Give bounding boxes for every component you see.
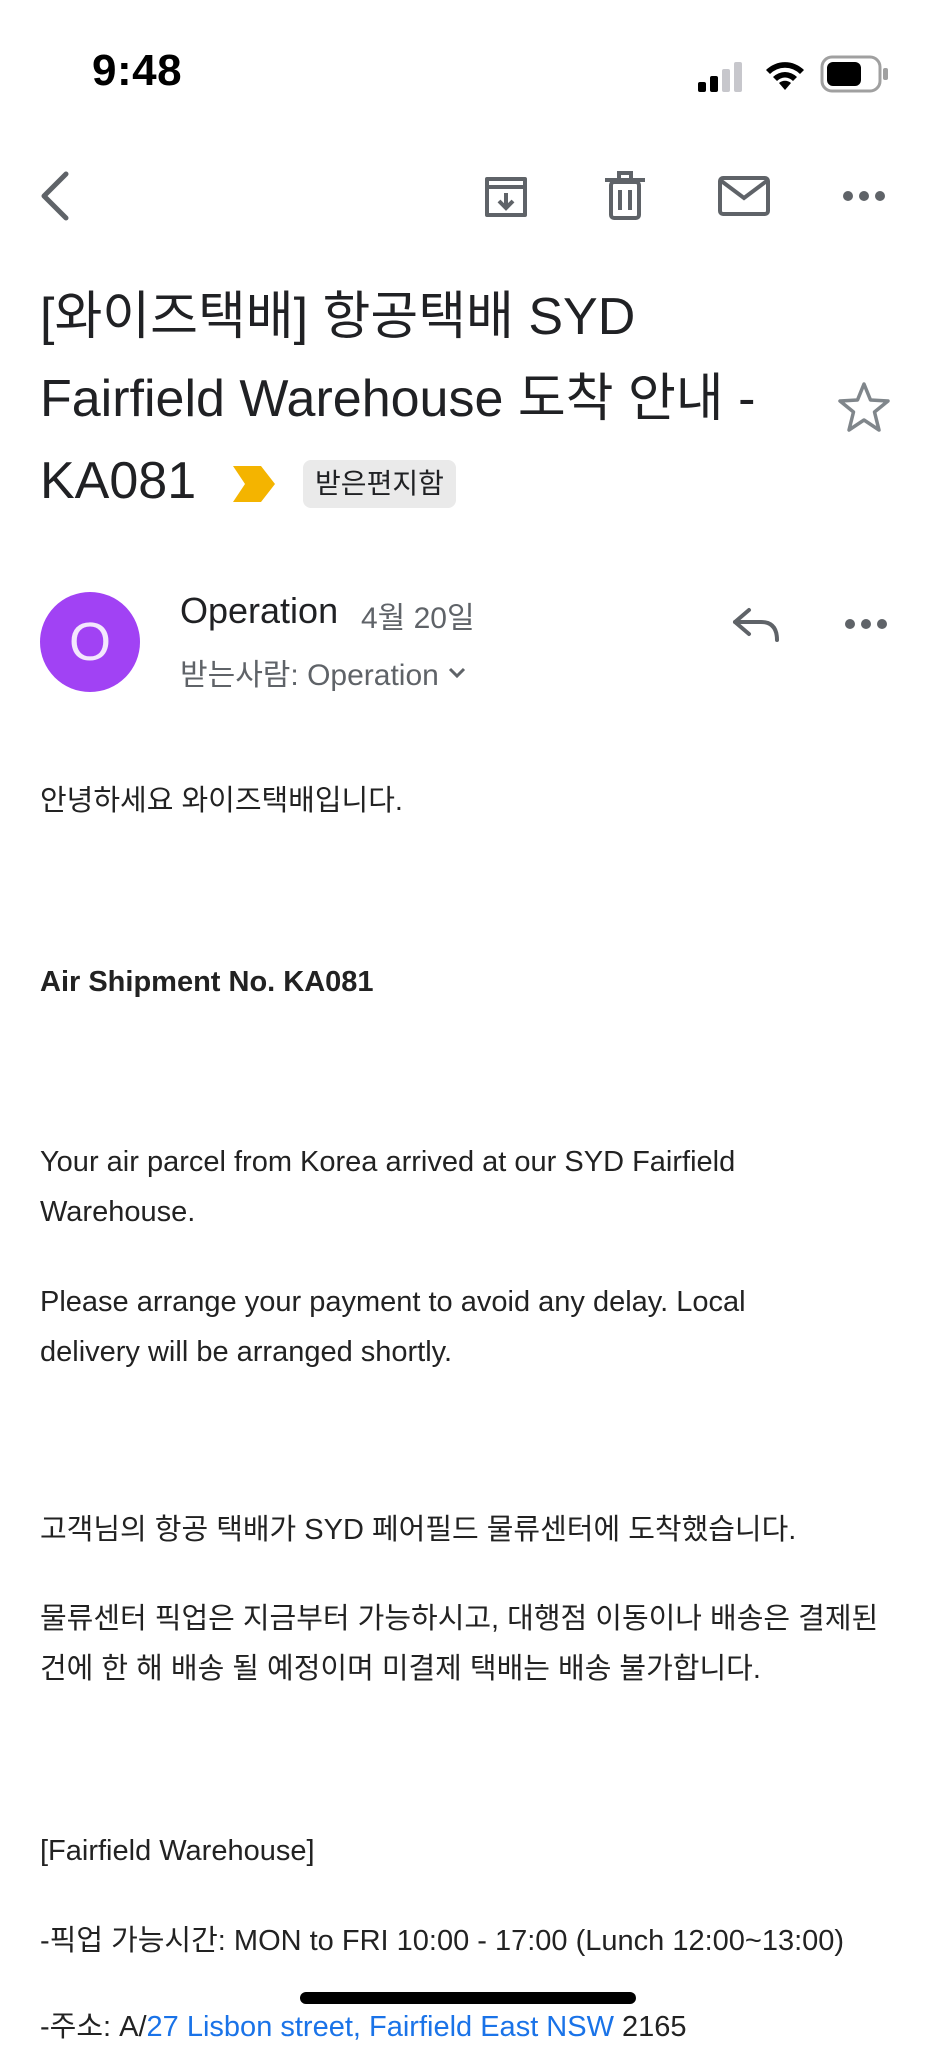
trash-icon	[605, 171, 645, 220]
more-options-button[interactable]	[832, 164, 896, 228]
warehouse-heading: [Fairfield Warehouse]	[40, 1835, 315, 1867]
reply-icon	[733, 608, 779, 642]
email-subject: [와이즈택배] 항공택배 SYD Fairfield Warehouse 도착 …	[40, 276, 800, 522]
address-link[interactable]: 27 Lisbon street, Fairfield East NSW	[147, 2011, 614, 2043]
address-prefix: -주소: A/	[40, 2011, 147, 2043]
pickup-hours: -픽업 가능시간: MON to FRI 10:00 - 17:00 (Lunc…	[40, 1925, 845, 1957]
mail-icon	[718, 176, 770, 216]
body-greeting: 안녕하세요 와이즈택배입니다.	[40, 785, 403, 817]
address-suffix: 2165	[613, 2011, 687, 2043]
home-indicator[interactable]	[300, 1992, 636, 2004]
inbox-label-chip[interactable]: 받은편지함	[303, 460, 456, 509]
importance-marker-icon[interactable]	[232, 466, 275, 503]
delete-button[interactable]	[593, 164, 657, 228]
cellular-signal-icon	[698, 62, 742, 92]
battery-icon	[820, 55, 888, 93]
star-outline-icon[interactable]	[836, 380, 892, 436]
more-horizontal-icon	[845, 619, 887, 629]
sender-avatar[interactable]: O	[40, 592, 140, 692]
reply-button[interactable]	[724, 592, 788, 656]
back-arrow-icon	[41, 171, 69, 221]
archive-button[interactable]	[474, 164, 538, 228]
warehouse-address: -주소: A/27 Lisbon street, Fairfield East …	[40, 2002, 890, 2052]
sender-name[interactable]: Operation	[180, 590, 338, 632]
more-horizontal-icon	[843, 191, 885, 201]
recipient-details-toggle[interactable]: 받는사람: Operation	[180, 650, 467, 694]
recipient-text: 받는사람: Operation	[180, 659, 439, 692]
message-more-button[interactable]	[834, 592, 898, 656]
body-paragraph-1: Your air parcel from Korea arrived at ou…	[40, 1146, 736, 1228]
chevron-down-icon	[448, 667, 465, 679]
email-date: 4월 20일	[361, 602, 475, 635]
archive-icon	[485, 177, 527, 217]
mark-unread-button[interactable]	[712, 164, 776, 228]
wifi-icon	[766, 62, 804, 90]
body-paragraph-2: Please arrange your payment to avoid any…	[40, 1286, 746, 1368]
body-paragraph-3: 고객님의 항공 택배가 SYD 페어필드 물류센터에 도착했습니다.	[40, 1514, 797, 1546]
back-button[interactable]	[24, 164, 88, 228]
status-time: 9:48	[92, 46, 183, 95]
body-paragraph-4: 물류센터 픽업은 지금부터 가능하시고, 대행점 이동이나 배송은 결제된 건에…	[40, 1603, 879, 1685]
body-shipment-heading: Air Shipment No. KA081	[40, 966, 374, 998]
